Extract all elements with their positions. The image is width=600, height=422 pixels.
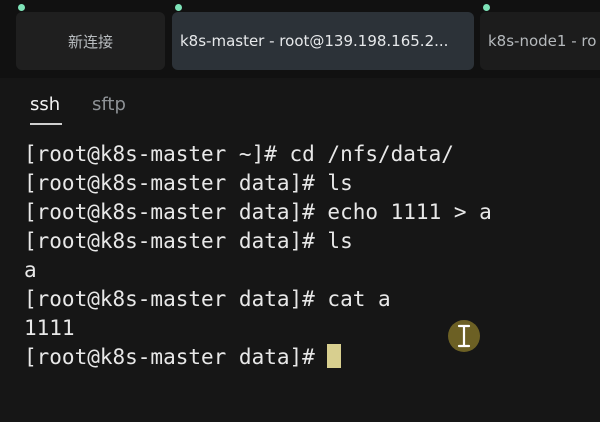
tab-label: k8s-master - root@139.198.165.2... xyxy=(180,32,449,50)
subtab-ssh[interactable]: ssh xyxy=(30,94,60,115)
status-dot-icon xyxy=(483,4,490,11)
subtab-sftp[interactable]: sftp xyxy=(92,94,126,115)
session-tab-bar: 新连接 k8s-master - root@139.198.165.2... k… xyxy=(0,0,600,78)
terminal-line: [root@k8s-master data]# echo 1111 > a xyxy=(24,200,492,224)
terminal-line: 1111 xyxy=(24,316,75,340)
terminal-line: [root@k8s-master ~]# cd /nfs/data/ xyxy=(24,142,454,166)
terminal-line: [root@k8s-master data]# ls xyxy=(24,229,353,253)
terminal-line: [root@k8s-master data]# cat a xyxy=(24,287,391,311)
text-cursor-icon xyxy=(448,320,480,352)
active-subtab-indicator xyxy=(30,123,62,125)
protocol-subtabs: ssh sftp xyxy=(0,78,600,126)
status-dot-icon xyxy=(175,4,182,11)
terminal-line: a xyxy=(24,258,37,282)
terminal-app: 新连接 k8s-master - root@139.198.165.2... k… xyxy=(0,0,600,422)
terminal-output[interactable]: [root@k8s-master ~]# cd /nfs/data/ [root… xyxy=(0,126,600,422)
tab-label: k8s-node1 - ro xyxy=(488,32,597,50)
terminal-prompt-line: [root@k8s-master data]# xyxy=(24,343,342,372)
status-dot-icon xyxy=(18,4,25,11)
tab-k8s-node1[interactable]: k8s-node1 - ro xyxy=(480,12,600,70)
tab-label: 新连接 xyxy=(67,32,113,51)
tab-k8s-master[interactable]: k8s-master - root@139.198.165.2... xyxy=(172,12,474,70)
terminal-line: [root@k8s-master data]# ls xyxy=(24,171,353,195)
tab-new-connection[interactable]: 新连接 xyxy=(16,12,165,70)
terminal-cursor xyxy=(327,344,342,368)
prompt-text: [root@k8s-master data]# xyxy=(24,345,328,369)
